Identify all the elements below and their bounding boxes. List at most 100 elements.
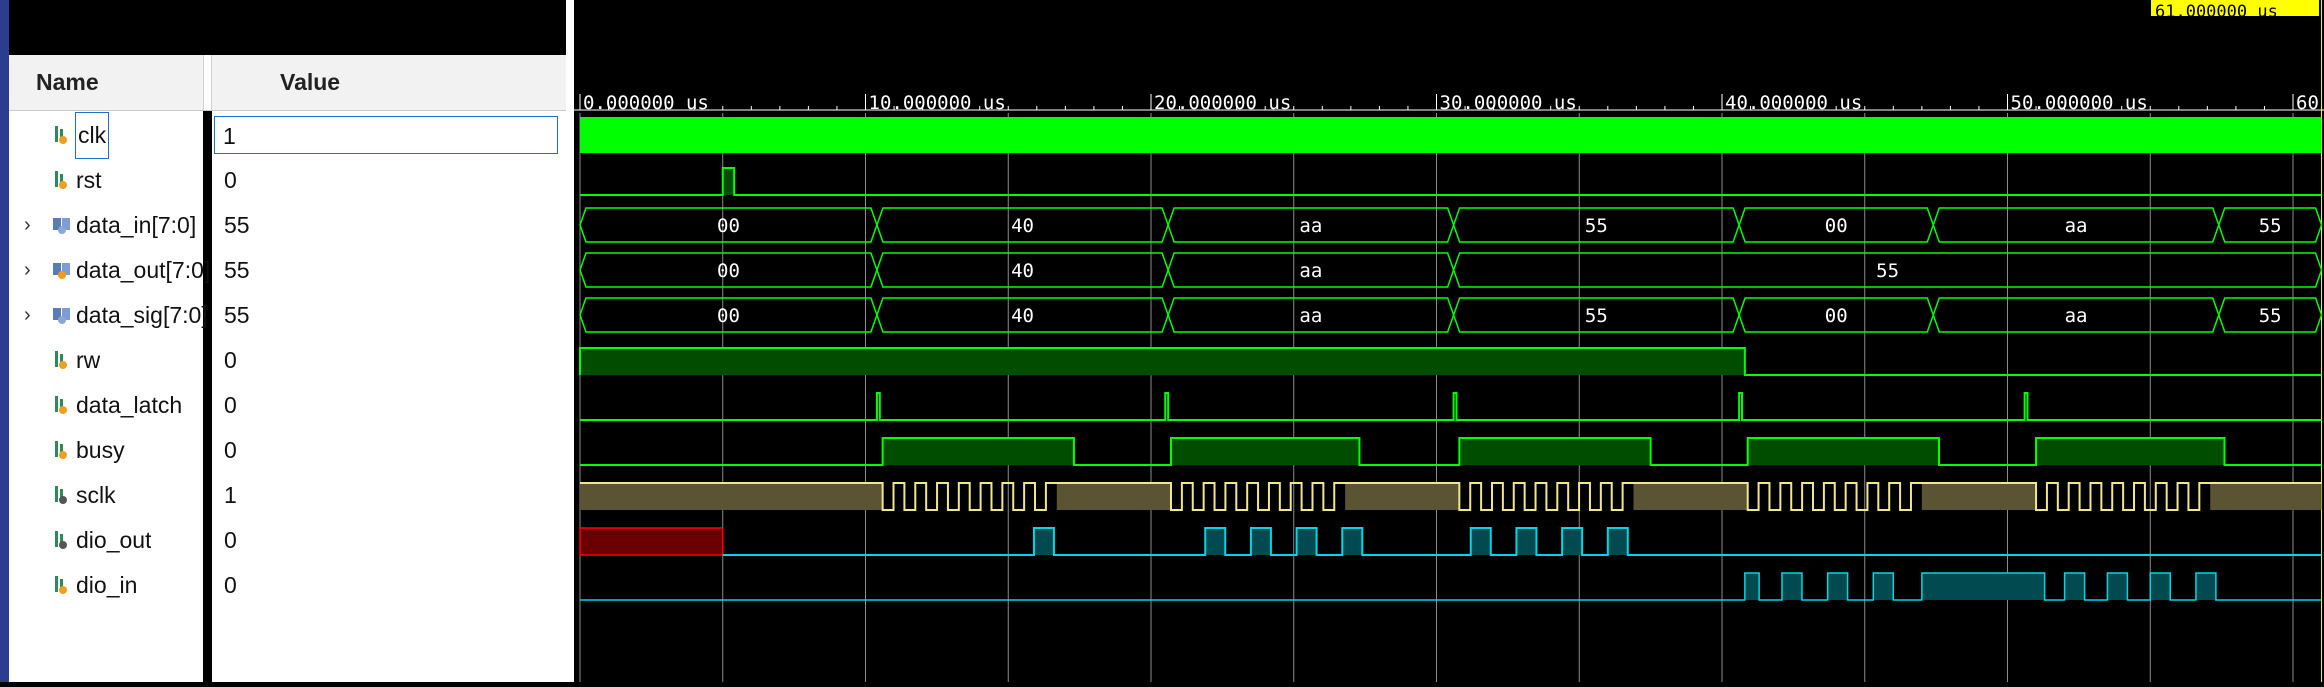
signal-name[interactable]: clk (74, 112, 110, 159)
data-in-wave-value-label: 55 (2259, 215, 2282, 237)
bus-out-icon (52, 260, 72, 280)
ruler-tick-label: 60 (2296, 92, 2319, 114)
sclk-high-fill (2210, 483, 2322, 510)
column-header: Name Value (9, 55, 566, 111)
bit-icon (52, 395, 72, 415)
signal-name[interactable]: busy (76, 428, 125, 473)
signal-row-data-out[interactable]: › data_out[7:0] 55 (9, 248, 566, 293)
signal-value[interactable]: 1 (220, 473, 237, 518)
signal-name[interactable]: data_sig[7:0] (76, 293, 208, 338)
panel-accent-bar (0, 0, 9, 682)
panel-splitter[interactable] (566, 0, 574, 682)
signal-row-clk[interactable]: clk 1 (9, 112, 566, 159)
signal-value[interactable]: 0 (220, 428, 237, 473)
bit-icon (52, 170, 72, 190)
data-sig-wave-value-label: aa (2065, 305, 2088, 327)
ruler-tick-label: 0.000000 us (583, 92, 709, 114)
bit-out-icon (52, 485, 72, 505)
signal-name[interactable]: dio_in (76, 563, 137, 608)
cursor-time-label[interactable]: 61.000000 us (2151, 0, 2319, 16)
bit-icon (52, 440, 72, 460)
dio-in-high-fill (1781, 573, 1802, 600)
rst-wave (580, 167, 2322, 196)
signal-row-data-in[interactable]: › data_in[7:0] 55 (9, 203, 566, 248)
sclk-high-fill (1921, 483, 2037, 510)
name-column-header[interactable]: Name (36, 55, 99, 110)
signal-name[interactable]: data_in[7:0] (76, 203, 196, 248)
data-sig-wave-value-label: aa (1299, 305, 1322, 327)
signal-row-data-latch[interactable]: data_latch 0 (9, 383, 566, 428)
signal-name[interactable]: data_out[7:0] (76, 248, 210, 293)
signal-row-busy[interactable]: busy 0 (9, 428, 566, 473)
signal-name[interactable]: rst (76, 158, 102, 203)
dio-in-high-fill (2107, 573, 2128, 600)
data-sig-wave-value-label: 40 (1011, 305, 1034, 327)
waveform-canvas[interactable]: 0.000000 us 10.000000 us 20.000000 us 30.00… (574, 0, 2324, 682)
rst-wave-high-fill (722, 168, 735, 195)
signal-value[interactable]: 55 (220, 203, 250, 248)
column-resize-handle[interactable] (203, 55, 212, 110)
signal-row-rst[interactable]: rst 0 (9, 158, 566, 203)
data-sig-wave-value-label: 55 (2259, 305, 2282, 327)
dio-in-high-fill (2195, 573, 2216, 600)
signal-name[interactable]: dio_out (76, 518, 151, 563)
signal-name[interactable]: rw (76, 338, 100, 383)
data-latch-wave (580, 392, 2322, 421)
signal-row-data-sig[interactable]: › data_sig[7:0] 55 (9, 293, 566, 338)
signal-value[interactable]: 55 (220, 293, 250, 338)
busy-wave-high-fill (1459, 438, 1651, 465)
data-out-wave-value-label: 55 (1876, 260, 1899, 282)
dio-in-high-fill (1873, 573, 1894, 600)
signal-row-rw[interactable]: rw 0 (9, 338, 566, 383)
signal-value[interactable]: 0 (220, 338, 237, 383)
signal-value[interactable]: 0 (220, 518, 237, 563)
data-out-wave-value-label: 00 (717, 260, 740, 282)
dio-out-undefined-region (579, 527, 724, 556)
dio-out-high-fill (1516, 528, 1537, 555)
bit-out-icon (52, 530, 72, 550)
signal-value[interactable]: 0 (220, 158, 237, 203)
bus-icon (52, 305, 72, 325)
waveform-area[interactable]: 0.000000 us 10.000000 us 20.000000 us 30.00… (574, 0, 2324, 682)
signal-value[interactable]: 0 (220, 383, 237, 428)
sclk-high-fill (1345, 483, 1460, 510)
signal-name[interactable]: data_latch (76, 383, 182, 428)
data-out-wave-value-label: 40 (1011, 260, 1034, 282)
busy-wave-high-fill (1170, 438, 1360, 465)
ruler-tick-label: 30.000000 us (1440, 92, 1577, 114)
signal-row-dio-out[interactable]: dio_out 0 (9, 518, 566, 563)
dio-out-high-fill (1296, 528, 1317, 555)
rw-wave-high-fill (580, 348, 1745, 375)
bit-icon (52, 575, 72, 595)
dio-out-high-fill (1470, 528, 1491, 555)
clk-wave (580, 117, 2322, 153)
dio-out-high-fill (1250, 528, 1271, 555)
signal-row-dio-in[interactable]: dio_in 0 (9, 563, 566, 608)
dio-in-high-fill (1827, 573, 1848, 600)
dio-in-wave (580, 572, 2322, 601)
expand-chevron-icon[interactable]: › (24, 293, 42, 338)
data-in-wave-value-label: aa (2065, 215, 2088, 237)
name-value-panel: Name Value clk 1 rst 0 › data_in[7:0] 55 › data_… (0, 0, 570, 682)
expand-chevron-icon[interactable]: › (24, 248, 42, 293)
dio-in-high-fill (1744, 573, 1760, 600)
signal-value[interactable]: 1 (214, 116, 558, 154)
signal-value[interactable]: 55 (220, 248, 250, 293)
dio-out-high-fill (1607, 528, 1628, 555)
ruler-tick-label: 10.000000 us (869, 92, 1006, 114)
expand-chevron-icon[interactable]: › (24, 203, 42, 248)
value-column-header[interactable]: Value (280, 55, 340, 110)
signal-name[interactable]: sclk (76, 473, 116, 518)
busy-wave-high-fill (2036, 438, 2225, 465)
signal-row-sclk[interactable]: sclk 1 (9, 473, 566, 518)
ruler-tick-label: 40.000000 us (1725, 92, 1862, 114)
ruler-tick-label: 20.000000 us (1154, 92, 1291, 114)
signal-value[interactable]: 0 (220, 563, 237, 608)
dio-out-high-fill (1033, 528, 1054, 555)
busy-wave-high-fill (1747, 438, 1939, 465)
data-sig-wave-value-label: 00 (1825, 305, 1848, 327)
dio-out-high-fill (1342, 528, 1363, 555)
dio-in-high-fill (2150, 573, 2171, 600)
busy-wave-high-fill (882, 438, 1074, 465)
bus-icon (52, 215, 72, 235)
